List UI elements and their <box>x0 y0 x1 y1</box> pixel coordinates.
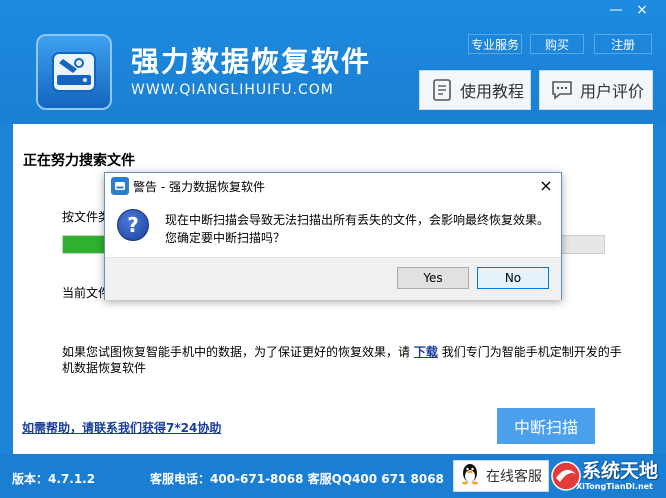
app-url: WWW.QIANGLIHUIFU.COM <box>131 82 334 98</box>
dialog-message-line2: 您确定要中断扫描吗？ <box>165 231 286 245</box>
help-link[interactable]: 如需帮助，请联系我们获得7*24协助 <box>22 419 221 436</box>
current-file-label: 当前文件 <box>62 286 111 300</box>
register-link[interactable]: 注册 <box>594 34 652 54</box>
dialog-title: 警告 - 强力数据恢复软件 <box>133 180 265 194</box>
no-button[interactable]: No <box>477 267 549 289</box>
tutorial-button[interactable]: 使用教程 <box>419 70 531 110</box>
download-link[interactable]: 下载 <box>414 345 438 359</box>
site-watermark: 系统天地 XiTongTianDi.net <box>546 454 666 498</box>
info-text-before: 如果您试图恢复智能手机中的数据，为了保证更好的恢复效果，请 <box>62 345 411 359</box>
dialog-body: ? 现在中断扫描会导致无法扫描出所有丢失的文件，会影响最终恢复效果。 您确定要中… <box>105 199 561 257</box>
online-support-button[interactable]: 在线客服 <box>453 460 549 492</box>
minimize-button[interactable]: — <box>604 2 628 20</box>
close-button[interactable]: × <box>630 2 654 20</box>
question-icon: ? <box>117 209 149 241</box>
watermark-url: XiTongTianDi.net <box>576 482 653 491</box>
qq-penguin-icon <box>460 463 480 489</box>
version-text: 版本：4.7.1.2 <box>12 472 96 486</box>
scan-status-title: 正在努力搜索文件 <box>23 153 135 169</box>
online-support-label: 在线客服 <box>486 469 542 485</box>
app-small-icon <box>111 177 129 195</box>
header: 强力数据恢复软件 WWW.QIANGLIHUIFU.COM — × 专业服务 购… <box>0 0 666 124</box>
by-type-label: 按文件类 <box>62 210 111 224</box>
smartphone-info-text: 如果您试图恢复智能手机中的数据，为了保证更好的恢复效果，请 下载 我们专门为智能… <box>62 344 622 376</box>
hard-drive-icon <box>52 52 96 92</box>
app-title: 强力数据恢复软件 <box>131 45 372 78</box>
buy-link[interactable]: 购买 <box>530 34 584 54</box>
user-review-button[interactable]: 用户评价 <box>539 70 653 110</box>
document-icon <box>430 78 454 102</box>
warning-dialog: 警告 - 强力数据恢复软件 × ? 现在中断扫描会导致无法扫描出所有丢失的文件，… <box>104 172 562 300</box>
yes-button[interactable]: Yes <box>397 267 469 289</box>
chat-bubble-icon <box>550 78 574 102</box>
contact-text: 客服电话：400-671-8068 客服QQ400 671 8068 <box>150 472 444 486</box>
user-review-label: 用户评价 <box>580 82 645 101</box>
stop-scan-button[interactable]: 中断扫描 <box>497 408 595 444</box>
watermark-title: 系统天地 <box>582 460 659 482</box>
app-logo <box>36 34 112 110</box>
app-window: 强力数据恢复软件 WWW.QIANGLIHUIFU.COM — × 专业服务 购… <box>0 0 666 498</box>
dialog-titlebar: 警告 - 强力数据恢复软件 × <box>105 173 561 199</box>
dialog-close-button[interactable]: × <box>535 176 557 196</box>
tutorial-label: 使用教程 <box>460 82 525 101</box>
dialog-button-bar: Yes No <box>105 257 561 300</box>
dialog-message-line1: 现在中断扫描会导致无法扫描出所有丢失的文件，会影响最终恢复效果。 <box>165 213 550 227</box>
professional-service-link[interactable]: 专业服务 <box>468 34 522 54</box>
